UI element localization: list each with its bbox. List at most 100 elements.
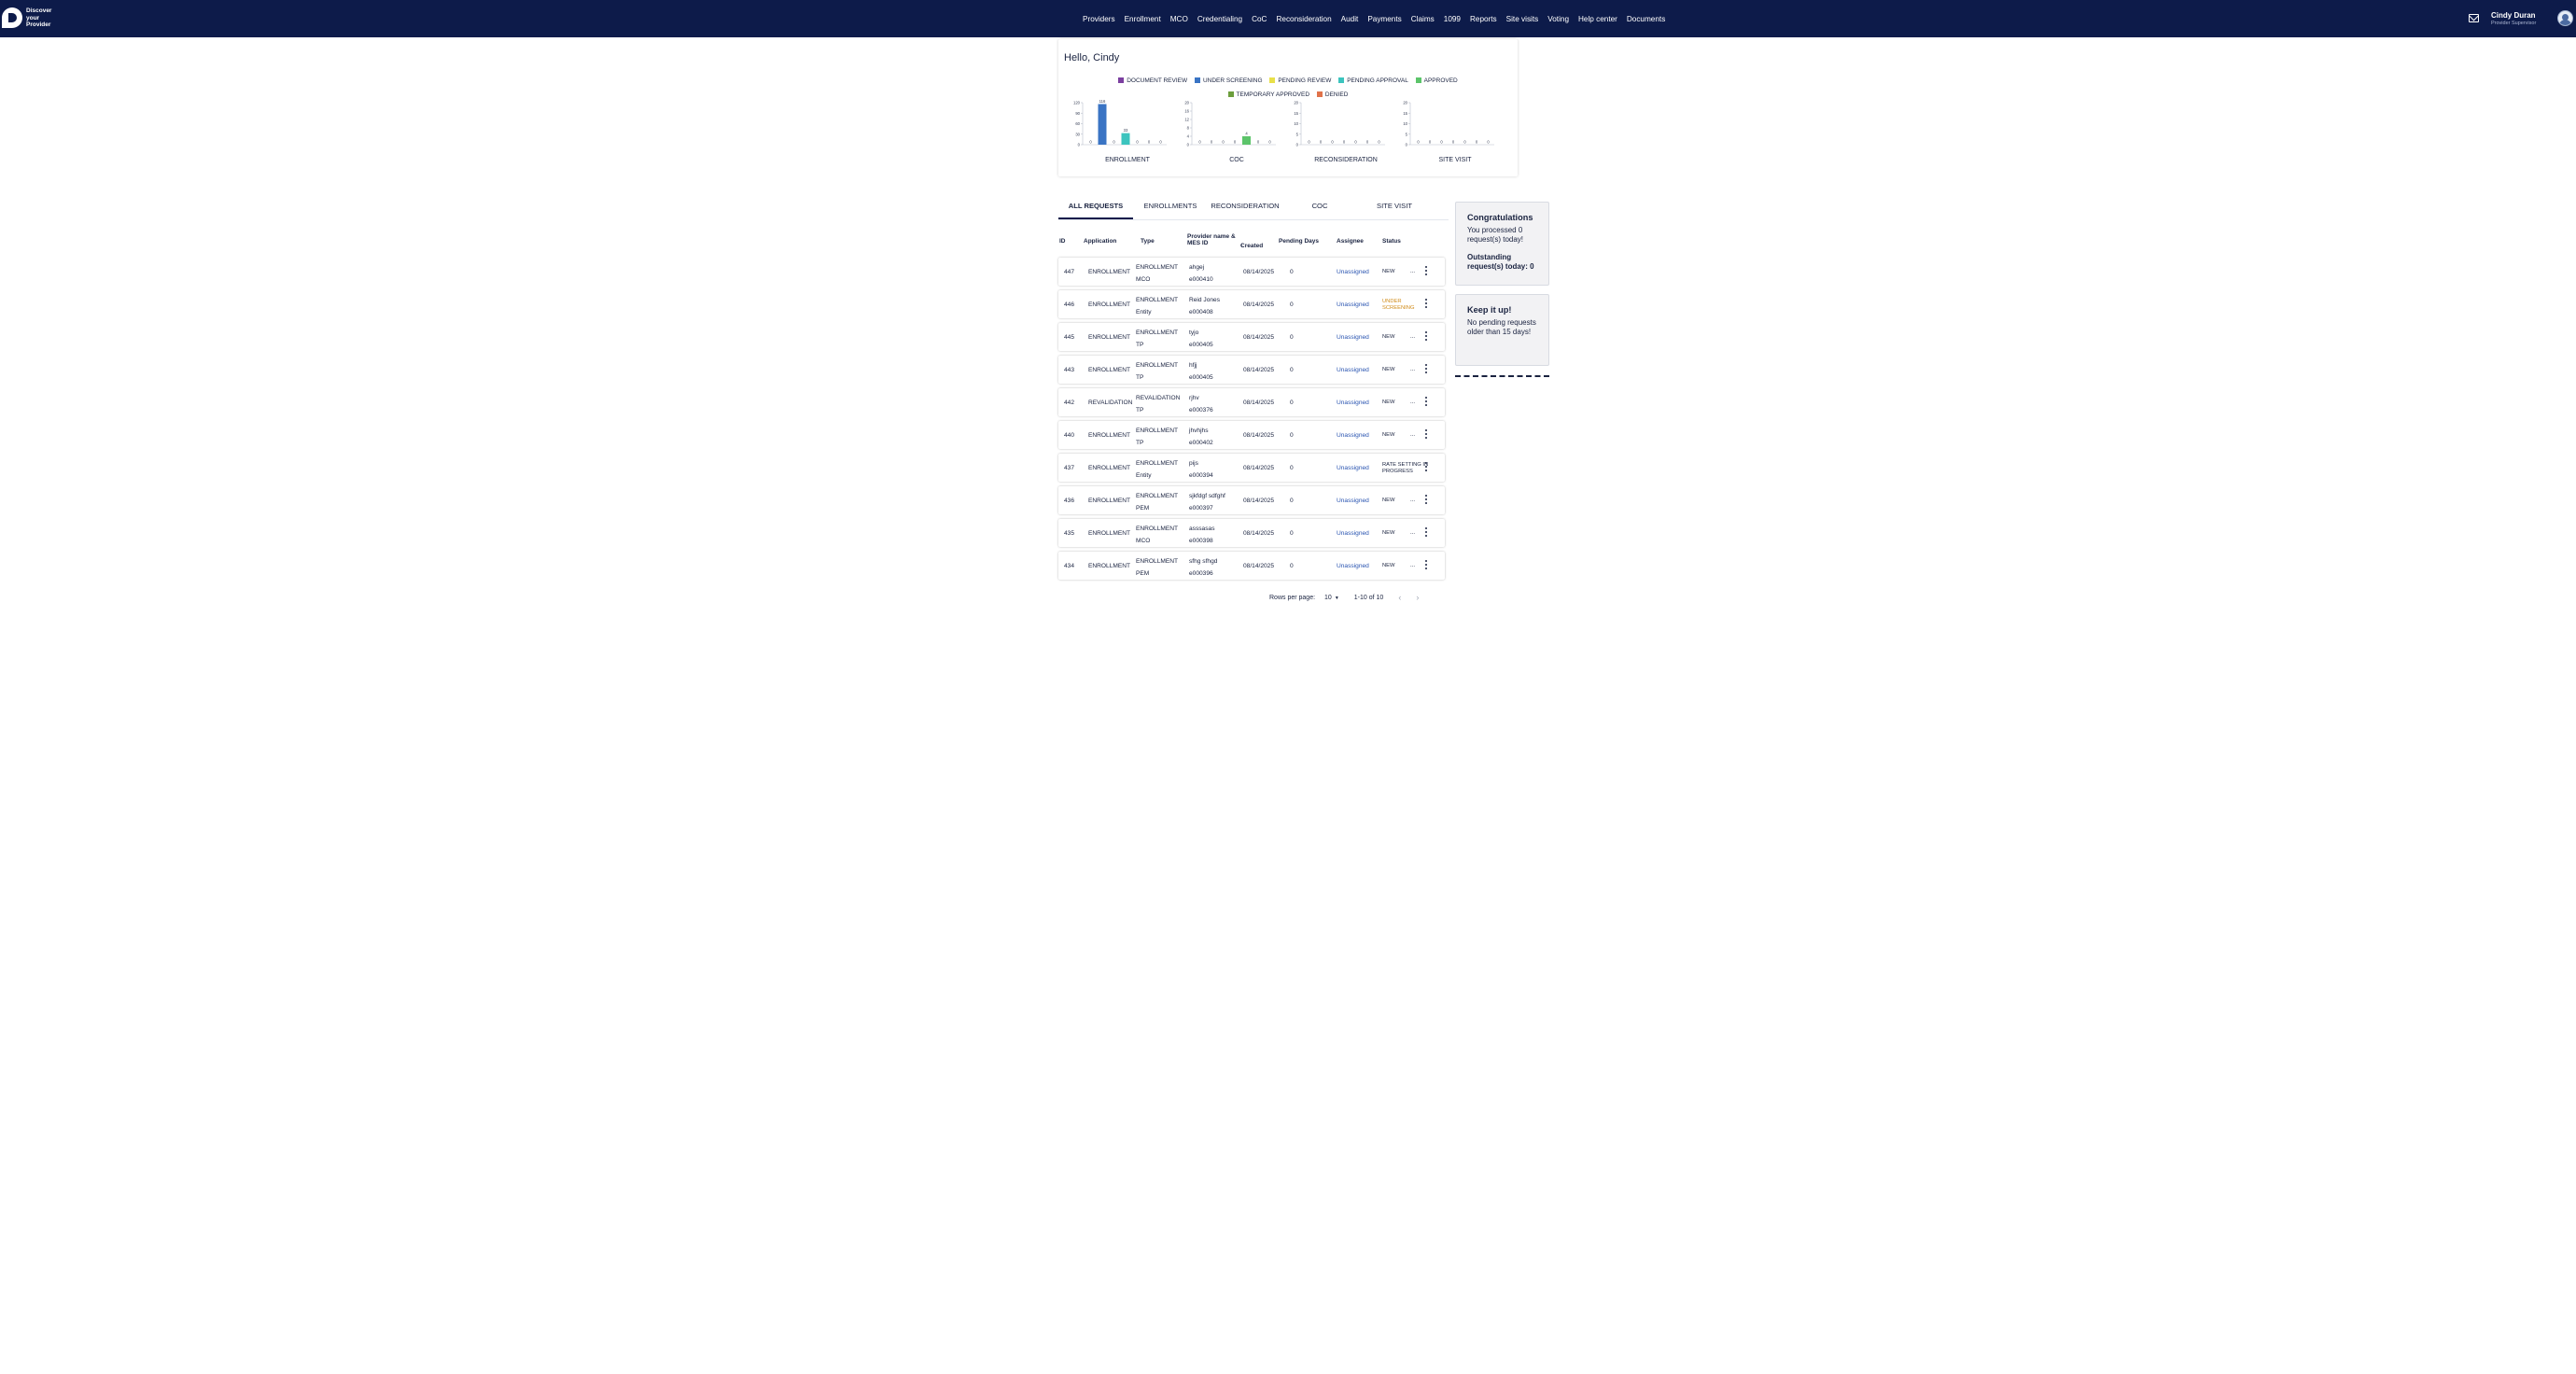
table-row[interactable]: 443 ENROLLMENT ENROLLMENT TP hfjj e000405 08/1… bbox=[1058, 356, 1445, 384]
nav-site-visits[interactable]: Site visits bbox=[1506, 15, 1539, 23]
nav-payments[interactable]: Payments bbox=[1367, 15, 1401, 23]
more-vertical-icon[interactable] bbox=[1425, 397, 1428, 408]
prev-page-button[interactable]: ‹ bbox=[1398, 593, 1401, 602]
cell-provider[interactable]: tyjo e000405 bbox=[1189, 327, 1213, 351]
bar-value-label: 0 bbox=[1452, 140, 1455, 145]
table-row[interactable]: 445 ENROLLMENT ENROLLMENT TP tyjo e000405 08/1… bbox=[1058, 323, 1445, 351]
cell-provider[interactable]: jhvhjhs e000402 bbox=[1189, 425, 1213, 449]
tab-enrollments[interactable]: ENROLLMENTS bbox=[1133, 197, 1208, 219]
more-vertical-icon[interactable] bbox=[1425, 364, 1428, 375]
legend-pending-review[interactable]: PENDING REVIEW bbox=[1269, 74, 1331, 88]
col-pending-days[interactable]: Pending Days bbox=[1279, 238, 1319, 245]
nav-credentialing[interactable]: Credentialing bbox=[1197, 15, 1242, 23]
cell-id: 437 bbox=[1064, 465, 1075, 471]
y-tick-label: 0 bbox=[1078, 143, 1081, 147]
cell-provider[interactable]: ahgej e000410 bbox=[1189, 261, 1213, 286]
cell-provider[interactable]: asssasas e000398 bbox=[1189, 523, 1215, 547]
cell-provider[interactable]: sjkfdgf sdfghf e000397 bbox=[1189, 490, 1225, 514]
cell-assignee[interactable]: Unassigned bbox=[1337, 530, 1369, 537]
cell-assignee[interactable]: Unassigned bbox=[1337, 334, 1369, 341]
user-name[interactable]: Cindy Duran bbox=[2491, 11, 2536, 20]
status-badge: NEW bbox=[1382, 432, 1395, 438]
table-row[interactable]: 437 ENROLLMENT ENROLLMENT Entity pijs e000394… bbox=[1058, 454, 1445, 482]
tab-coc[interactable]: COC bbox=[1282, 197, 1357, 219]
cell-provider[interactable]: pijs e000394 bbox=[1189, 457, 1213, 482]
nav-mco[interactable]: MCO bbox=[1170, 15, 1188, 23]
nav-voting[interactable]: Voting bbox=[1547, 15, 1569, 23]
cell-provider[interactable]: sfhg sfhgd e000396 bbox=[1189, 555, 1217, 580]
rows-per-page-select[interactable]: 10 ▼ bbox=[1324, 595, 1339, 601]
more-vertical-icon[interactable] bbox=[1425, 299, 1428, 310]
more-vertical-icon[interactable] bbox=[1425, 495, 1428, 506]
divider bbox=[1455, 375, 1549, 377]
tab-reconsideration[interactable]: RECONSIDERATION bbox=[1208, 197, 1282, 219]
col-provider[interactable]: Provider name & MES ID bbox=[1187, 233, 1239, 246]
avatar[interactable] bbox=[2557, 10, 2573, 26]
user-role: Provider Supervisor bbox=[2491, 21, 2537, 26]
nav-enrollment[interactable]: Enrollment bbox=[1125, 15, 1161, 23]
bar-value-label: 0 bbox=[1366, 140, 1369, 145]
more-vertical-icon[interactable] bbox=[1425, 560, 1428, 571]
nav-coc[interactable]: CoC bbox=[1252, 15, 1267, 23]
nav-claims[interactable]: Claims bbox=[1411, 15, 1435, 23]
table-row[interactable]: 434 ENROLLMENT ENROLLMENT PEM sfhg sfhgd e000… bbox=[1058, 552, 1445, 580]
more-vertical-icon[interactable] bbox=[1425, 266, 1428, 277]
more-vertical-icon[interactable] bbox=[1425, 527, 1428, 539]
bar-value-label: 0 bbox=[1268, 140, 1271, 145]
nav-help-center[interactable]: Help center bbox=[1578, 15, 1617, 23]
col-type[interactable]: Type bbox=[1141, 238, 1155, 245]
cell-assignee[interactable]: Unassigned bbox=[1337, 432, 1369, 439]
logo-text: Discover your Provider bbox=[26, 7, 52, 28]
nav-1099[interactable]: 1099 bbox=[1444, 15, 1461, 23]
y-tick-label: 16 bbox=[1184, 109, 1189, 114]
legend-under-screening[interactable]: UNDER SCREENING bbox=[1194, 74, 1263, 88]
cell-assignee[interactable]: Unassigned bbox=[1337, 367, 1369, 373]
table-row[interactable]: 435 ENROLLMENT ENROLLMENT MCO asssasas e00039… bbox=[1058, 519, 1445, 547]
col-status[interactable]: Status bbox=[1382, 238, 1401, 245]
nav-audit[interactable]: Audit bbox=[1341, 15, 1359, 23]
legend-document-review[interactable]: DOCUMENT REVIEW bbox=[1118, 74, 1187, 88]
cell-assignee[interactable]: Unassigned bbox=[1337, 269, 1369, 275]
tab-site-visit[interactable]: SITE VISIT bbox=[1357, 197, 1432, 219]
more-vertical-icon[interactable] bbox=[1425, 331, 1428, 343]
cell-provider[interactable]: rjhv e000376 bbox=[1189, 392, 1213, 416]
y-tick-label: 10 bbox=[1294, 121, 1298, 126]
cell-provider[interactable]: Reid Jones e000408 bbox=[1189, 294, 1220, 318]
col-assignee[interactable]: Assignee bbox=[1337, 238, 1364, 245]
tab-all-requests[interactable]: ALL REQUESTS bbox=[1058, 197, 1133, 219]
more-vertical-icon[interactable] bbox=[1425, 429, 1428, 441]
legend-approved[interactable]: APPROVED bbox=[1415, 74, 1458, 88]
table-row[interactable]: 436 ENROLLMENT ENROLLMENT PEM sjkfdgf sdfghf… bbox=[1058, 486, 1445, 514]
nav-documents[interactable]: Documents bbox=[1627, 15, 1665, 23]
cell-assignee[interactable]: Unassigned bbox=[1337, 465, 1369, 471]
col-application[interactable]: Application bbox=[1084, 238, 1116, 245]
bar-value-label: 0 bbox=[1320, 140, 1323, 145]
cell-type: ENROLLMENT TP bbox=[1136, 428, 1179, 446]
congratulations-card: Congratulations You processed 0 request(… bbox=[1455, 202, 1549, 286]
cell-type: ENROLLMENT Entity bbox=[1136, 460, 1179, 479]
nav-reconsideration[interactable]: Reconsideration bbox=[1276, 15, 1331, 23]
cell-assignee[interactable]: Unassigned bbox=[1337, 563, 1369, 569]
bar-value-label: 0 bbox=[1211, 140, 1213, 145]
y-tick-label: 4 bbox=[1187, 134, 1190, 139]
table-row[interactable]: 447 ENROLLMENT ENROLLMENT MCO ahgej e000410 08… bbox=[1058, 258, 1445, 286]
nav-reports[interactable]: Reports bbox=[1470, 15, 1497, 23]
cell-provider[interactable]: hfjj e000405 bbox=[1189, 359, 1213, 384]
next-page-button[interactable]: › bbox=[1416, 593, 1419, 602]
table-row[interactable]: 440 ENROLLMENT ENROLLMENT TP jhvhjhs e000402 0… bbox=[1058, 421, 1445, 449]
table-row[interactable]: 446 ENROLLMENT ENROLLMENT Entity Reid Jones e… bbox=[1058, 290, 1445, 318]
cell-assignee[interactable]: Unassigned bbox=[1337, 301, 1369, 308]
cell-created: 08/14/2025 bbox=[1243, 465, 1275, 471]
cell-assignee[interactable]: Unassigned bbox=[1337, 498, 1369, 504]
table-row[interactable]: 442 REVALIDATION REVALIDATION TP rjhv e000376… bbox=[1058, 388, 1445, 416]
legend-pending-approval[interactable]: PENDING APPROVAL bbox=[1338, 74, 1408, 88]
y-tick-label: 20 bbox=[1294, 101, 1298, 105]
mail-icon[interactable] bbox=[2469, 14, 2479, 22]
nav-providers[interactable]: Providers bbox=[1083, 15, 1115, 23]
col-id[interactable]: ID bbox=[1059, 238, 1066, 245]
cell-pending-days: 0 bbox=[1290, 563, 1294, 569]
bar-value-label: 0 bbox=[1257, 140, 1260, 145]
cell-assignee[interactable]: Unassigned bbox=[1337, 400, 1369, 406]
more-vertical-icon[interactable] bbox=[1425, 462, 1428, 473]
app-logo[interactable]: Discover your Provider bbox=[2, 7, 51, 29]
